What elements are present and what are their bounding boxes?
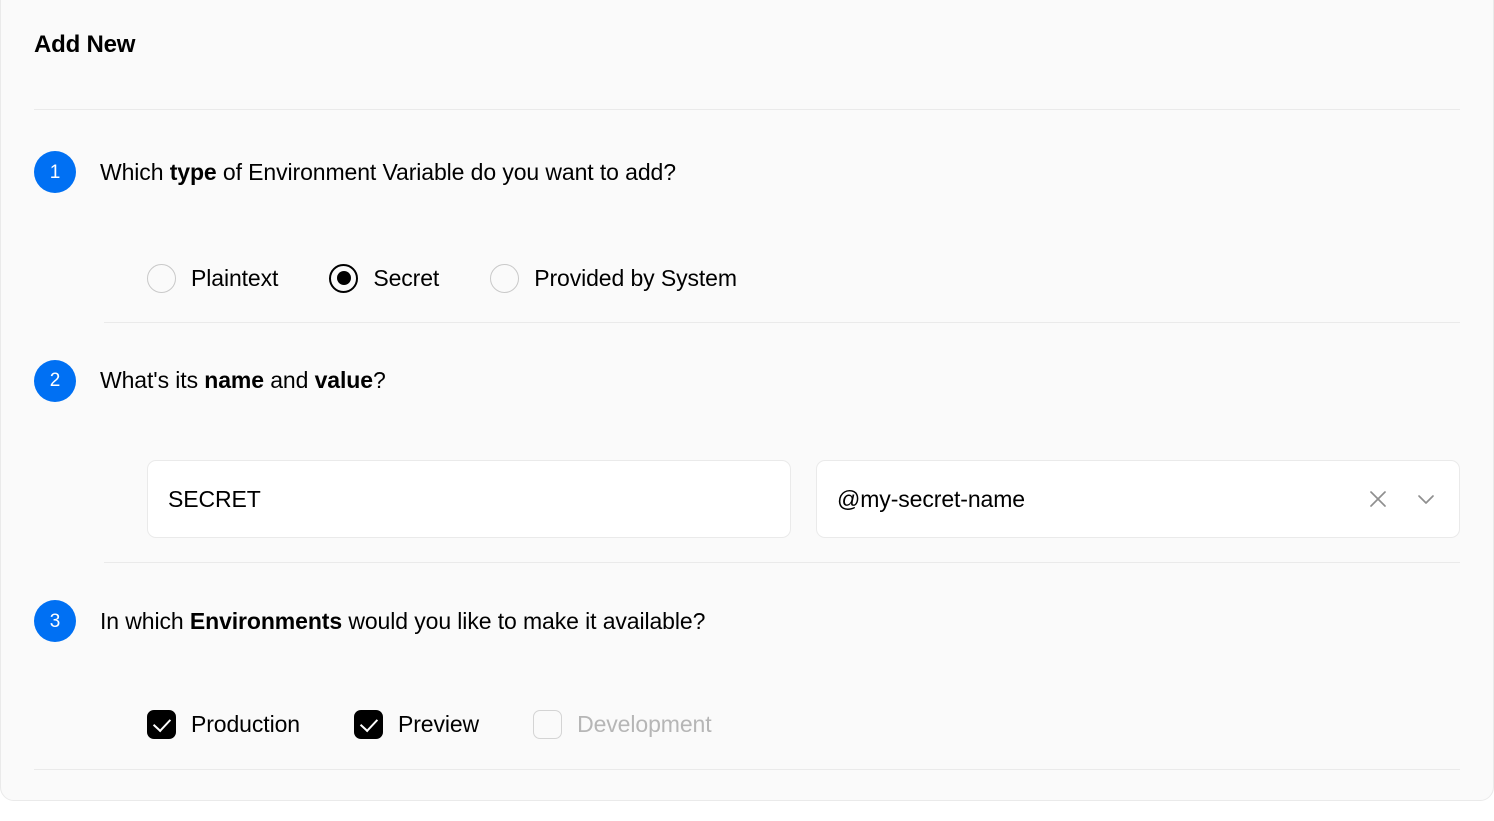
step-3-badge: 3 [34, 600, 76, 642]
step-1-header: 1 Which type of Environment Variable do … [34, 110, 1460, 234]
environments-checkbox-group: Production Preview Development [34, 679, 1460, 769]
step-3-header: 3 In which Environments would you like t… [34, 563, 1460, 679]
checkbox-preview-icon[interactable] [353, 709, 383, 739]
step-3-question: In which Environments would you like to … [100, 608, 705, 635]
step-2-question-emphasis-value: value [314, 367, 373, 393]
step-1-question-post: of Environment Variable do you want to a… [216, 158, 676, 185]
checkbox-option-preview[interactable]: Preview [353, 709, 480, 739]
step-3-question-emphasis: Environments [189, 607, 343, 634]
radio-secret-icon[interactable] [329, 263, 359, 293]
variable-name-value: SECRET [168, 485, 261, 512]
step-1-question-pre: Which [100, 158, 170, 185]
step-2-question: What's its name and value? [100, 367, 386, 394]
variable-name-input[interactable]: SECRET [147, 460, 791, 538]
variable-value-icons [1365, 486, 1439, 512]
variable-value-select[interactable]: @my-secret-name [816, 460, 1460, 538]
step-2-question-emphasis-name: name [204, 367, 264, 393]
step-2-header: 2 What's its name and value? [34, 323, 1460, 438]
checkbox-option-production[interactable]: Production [147, 709, 300, 739]
radio-secret-label: Secret [373, 264, 440, 291]
variable-type-radio-group: Plaintext Secret Provided by System [34, 234, 1460, 322]
close-icon[interactable] [1365, 486, 1391, 512]
step-1-question-emphasis: type [169, 158, 217, 185]
step-3-question-post: would you like to make it available? [342, 607, 706, 634]
steps-container: 1 Which type of Environment Variable do … [1, 110, 1493, 769]
step-1: 1 Which type of Environment Variable do … [34, 110, 1460, 322]
step-1-question: Which type of Environment Variable do yo… [100, 159, 676, 186]
step-2: 2 What's its name and value? SECRET @my-… [34, 323, 1460, 562]
step-2-question-mid: and [263, 367, 315, 393]
radio-option-provided-by-system[interactable]: Provided by System [490, 263, 737, 293]
radio-plaintext-icon[interactable] [147, 263, 176, 293]
save-button[interactable]: Save [1342, 800, 1460, 801]
step-3: 3 In which Environments would you like t… [34, 563, 1460, 769]
radio-option-secret[interactable]: Secret [329, 263, 440, 293]
checkbox-production-label: Production [191, 710, 300, 737]
add-new-environment-variable-card: Add New 1 Which type of Environment Vari… [0, 0, 1494, 801]
checkbox-option-development: Development [533, 709, 712, 739]
radio-provided-by-system-icon[interactable] [490, 263, 520, 293]
step-2-badge: 2 [34, 359, 76, 402]
page-title: Add New [34, 31, 136, 58]
checkbox-preview-label: Preview [397, 710, 480, 737]
step-2-question-post: ? [372, 367, 386, 393]
radio-option-plaintext[interactable]: Plaintext [147, 263, 279, 293]
card-footer: Learn more about Environment Variables →… [1, 770, 1493, 801]
chevron-down-icon[interactable] [1413, 486, 1439, 512]
radio-provided-by-system-label: Provided by System [534, 264, 737, 291]
step-2-question-pre: What's its [100, 367, 205, 393]
variable-value-text: @my-secret-name [837, 485, 1025, 512]
checkbox-production-icon[interactable] [147, 709, 176, 739]
step-1-badge: 1 [34, 151, 76, 193]
radio-plaintext-label: Plaintext [191, 264, 279, 291]
name-value-inputs: SECRET @my-secret-name [34, 438, 1460, 562]
checkbox-development-icon [533, 709, 563, 739]
checkbox-development-label: Development [577, 710, 712, 737]
step-3-question-pre: In which [100, 607, 190, 634]
card-header: Add New [1, 0, 1493, 109]
